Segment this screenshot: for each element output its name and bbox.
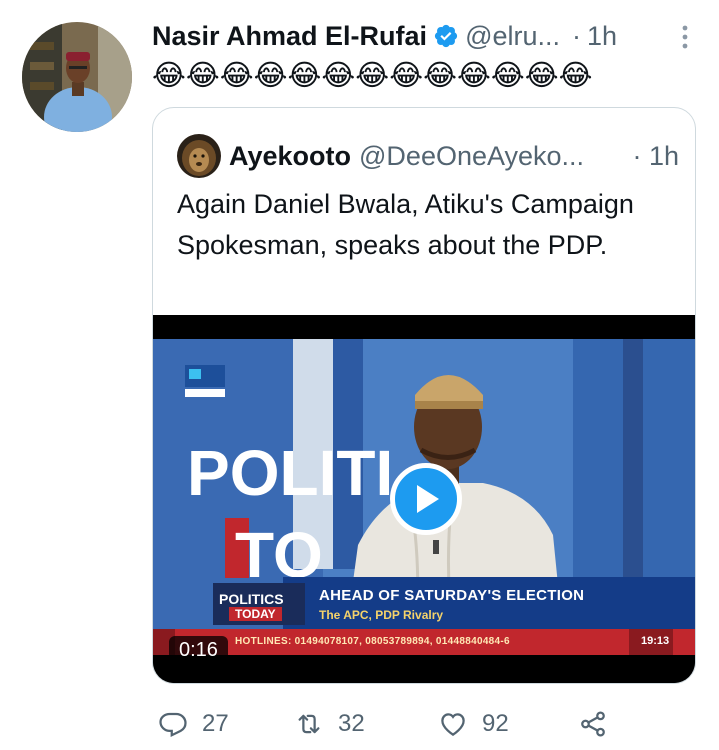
video-player[interactable]: POLITI TO POLITICS TODAY AHEAD OF SATURD… (153, 315, 695, 683)
show-label-today: TODAY (229, 607, 282, 621)
share-button[interactable] (578, 702, 608, 746)
retweet-count: 32 (338, 710, 365, 737)
separator-dot: · (572, 20, 581, 51)
ticker-title: AHEAD OF SATURDAY'S ELECTION (319, 587, 585, 604)
quoted-tweet-card[interactable]: Ayekooto @DeeOneAyeko... · 1h Again Dani… (152, 107, 696, 684)
background-show-title: POLITI (187, 437, 393, 509)
heart-icon (441, 713, 465, 736)
author-avatar[interactable] (22, 22, 132, 132)
like-count: 92 (482, 710, 509, 737)
quoted-author-avatar (177, 134, 221, 178)
share-icon (581, 711, 605, 737)
quoted-author-handle: @DeeOneAyeko... (359, 140, 585, 171)
ticker-subtitle: The APC, PDP Rivalry (319, 608, 444, 622)
tweet-actions: 27 32 92 (152, 702, 632, 746)
ticker-clock: 19:13 (641, 635, 670, 647)
more-options-icon[interactable] (678, 24, 692, 50)
author-name[interactable]: Nasir Ahmad El-Rufai (152, 21, 427, 52)
quoted-tweet-text: Again Daniel Bwala, Atiku's Campaign Spo… (177, 189, 634, 260)
tweet-text: 😂😂😂😂😂😂😂😂😂😂😂😂😂 (152, 60, 593, 92)
author-handle[interactable]: @elru... (465, 21, 560, 52)
reply-button[interactable]: 27 (158, 702, 229, 746)
reply-count: 27 (202, 710, 229, 737)
video-duration: 0:16 (169, 636, 228, 665)
retweet-button[interactable]: 32 (294, 702, 365, 746)
reply-icon (159, 712, 187, 738)
tweet-timestamp[interactable]: 1h (587, 21, 617, 52)
play-icon (417, 485, 439, 513)
quoted-tweet-header: Ayekooto @DeeOneAyeko... · 1h (229, 134, 679, 178)
quoted-timestamp: · 1h (632, 140, 679, 171)
show-label-politics: POLITICS (219, 591, 284, 607)
quoted-author-name: Ayekooto (229, 140, 352, 171)
tweet-header: Nasir Ahmad El-Rufai @elru... · 1h (152, 18, 692, 54)
play-button[interactable] (390, 463, 462, 535)
verified-badge-icon (434, 24, 458, 48)
like-button[interactable]: 92 (438, 702, 509, 746)
retweet-icon (298, 714, 320, 734)
ticker-hotlines: HOTLINES: 01494078107, 08053789894, 0144… (235, 636, 510, 647)
